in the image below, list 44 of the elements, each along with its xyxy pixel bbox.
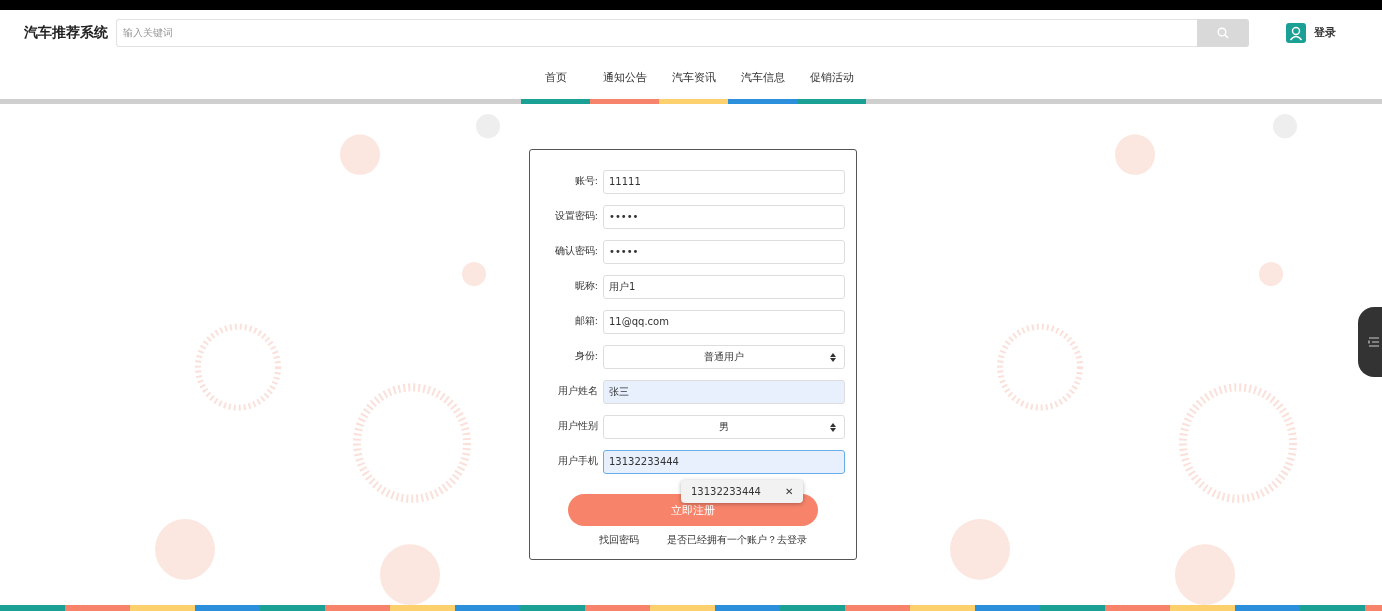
form-link[interactable]: 找回密码: [599, 534, 639, 547]
input-field[interactable]: 用户1: [603, 274, 845, 299]
field-label: 设置密码:: [553, 210, 598, 223]
field-label: 确认密码:: [553, 245, 598, 258]
input-field[interactable]: •••••: [603, 239, 845, 264]
site-logo[interactable]: 汽车推荐系统: [24, 23, 116, 42]
search-field[interactable]: 输入关键词: [116, 18, 1197, 47]
sort-icon: [830, 352, 836, 362]
list-icon: [1368, 337, 1380, 347]
nav-tab[interactable]: 促销活动: [797, 69, 866, 85]
dot-decoration: [340, 134, 380, 175]
nav-tab[interactable]: 汽车信息: [728, 69, 797, 85]
input-field[interactable]: 13132233444: [603, 449, 845, 474]
input-field[interactable]: 张三: [603, 379, 845, 404]
field-label: 邮箱:: [573, 315, 598, 328]
dot-decoration: [1259, 261, 1283, 287]
dot-decoration: [950, 518, 1010, 580]
suggestion-item[interactable]: 13132233444: [691, 486, 761, 497]
side-tab[interactable]: [1358, 307, 1382, 377]
select-field[interactable]: 普通用户: [603, 344, 845, 369]
select-field[interactable]: 男: [603, 414, 845, 439]
input-field[interactable]: •••••: [603, 204, 845, 229]
nav-tab[interactable]: 通知公告: [590, 69, 659, 85]
nav-tab[interactable]: 汽车资讯: [659, 69, 728, 85]
sort-icon: [830, 422, 836, 432]
form-link[interactable]: 是否已经拥有一个账户？去登录: [667, 534, 807, 547]
field-label: 用户姓名: [557, 385, 598, 398]
dot-decoration: [155, 518, 215, 580]
field-label: 用户手机: [557, 455, 598, 468]
search-icon: [1217, 26, 1229, 39]
login-link[interactable]: 登录: [1314, 25, 1336, 40]
dot-decoration: [462, 261, 486, 287]
nav-tab[interactable]: 首页: [521, 69, 590, 85]
field-label: 身份:: [573, 350, 598, 363]
close-button[interactable]: ✕: [785, 486, 794, 497]
input-field[interactable]: 11@qq.com: [603, 309, 845, 334]
input-field[interactable]: 11111: [603, 169, 845, 194]
dot-decoration: [1175, 544, 1235, 605]
user-icon[interactable]: [1286, 22, 1306, 43]
field-label: 账号:: [573, 175, 598, 188]
field-label: 昵称:: [573, 280, 598, 293]
dot-decoration: [380, 544, 440, 605]
field-label: 用户性别: [557, 420, 598, 433]
dot-decoration: [1115, 134, 1155, 175]
